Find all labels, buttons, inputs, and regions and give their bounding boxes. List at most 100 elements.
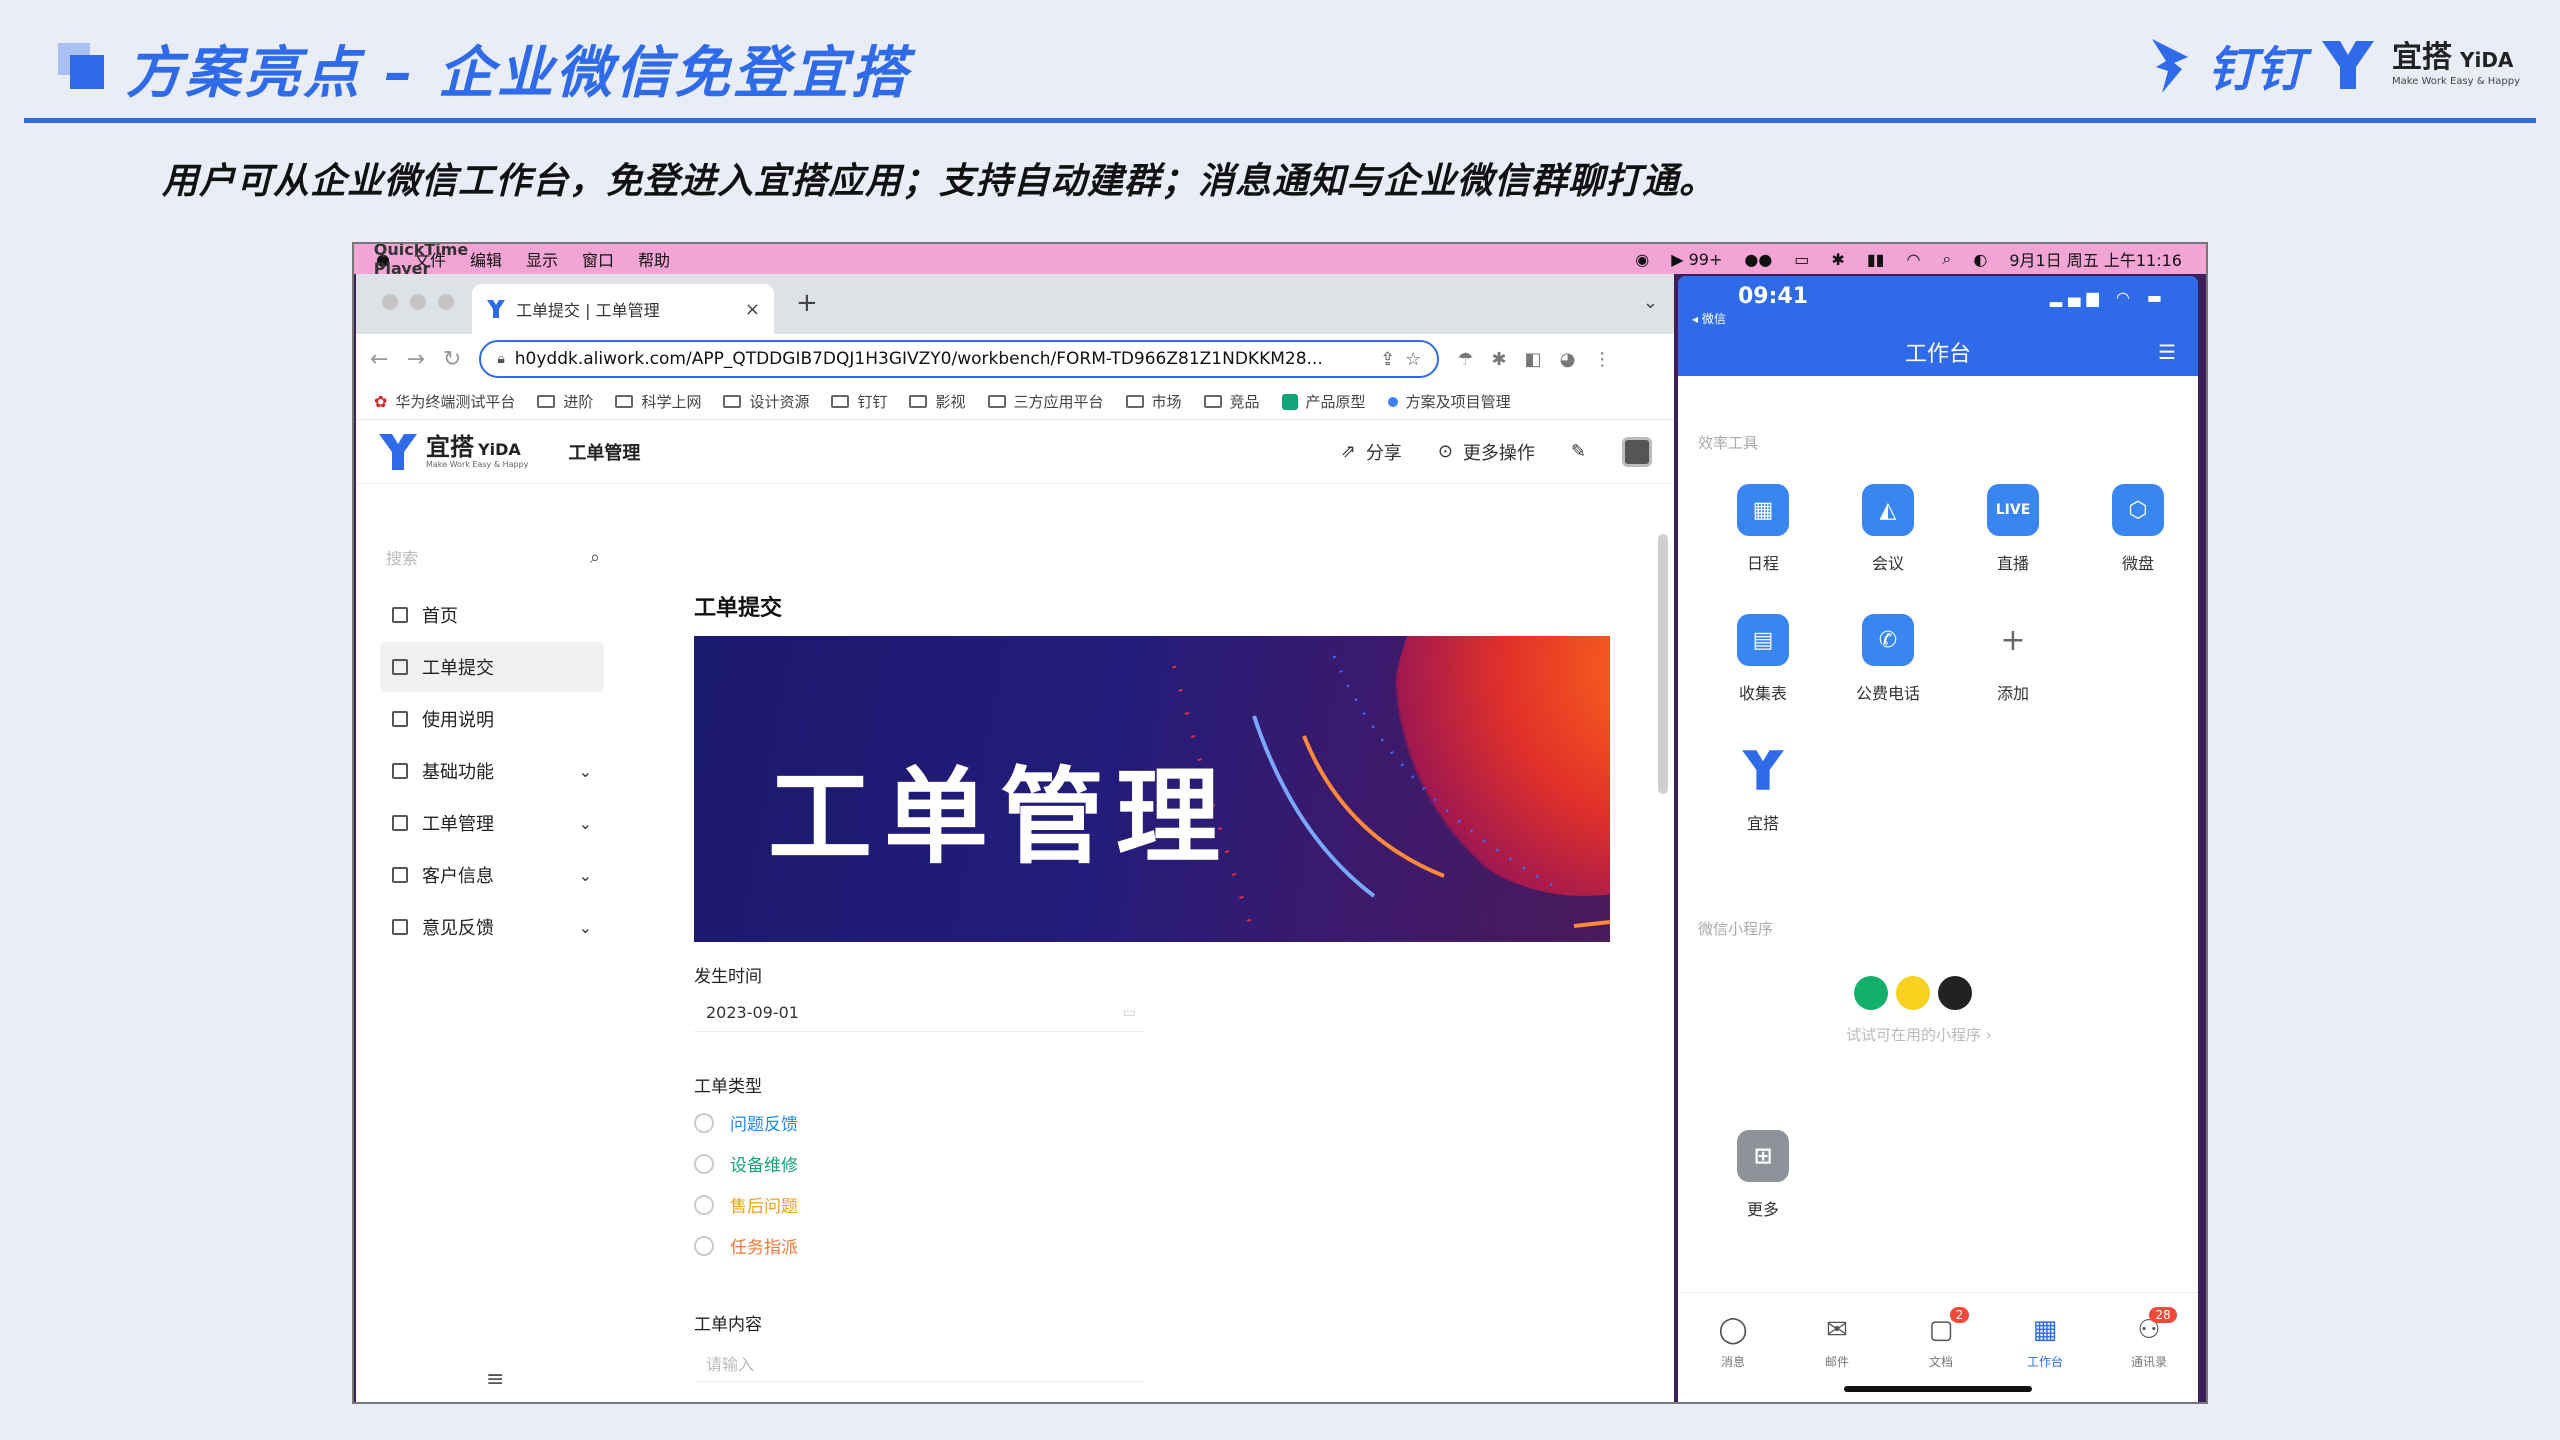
tab-close-icon[interactable]: × [745,299,760,320]
screen-icon[interactable]: ▭ [1794,250,1809,269]
bookmark-folder[interactable]: 设计资源 [723,391,809,412]
browser-tab-active[interactable]: 工单提交 | 工单管理 × [472,284,774,334]
reload-icon[interactable]: ↻ [443,347,461,372]
radio-option-4[interactable]: 任务指派 [694,1233,798,1258]
mini-program-green-icon[interactable] [1854,976,1888,1010]
wechat-icon[interactable]: ●● [1744,250,1772,269]
app-name[interactable]: 工单管理 [568,439,640,465]
bookmark-prototype[interactable]: 产品原型 [1281,391,1366,412]
menu-edit[interactable]: 编辑 [470,247,502,271]
radio-circle[interactable] [694,1112,714,1133]
app-live[interactable]: LIVE 直播 [1968,484,2058,574]
search-icon[interactable]: ⌕ [1942,249,1951,269]
sidebar-item-manage[interactable]: 工单管理 ⌄ [380,798,604,848]
sidebar-item-guide[interactable]: 使用说明 [380,694,604,744]
control-center-icon[interactable]: ◐ [1973,250,1987,269]
scrollbar[interactable] [1658,534,1668,794]
section-label-mini: 微信小程序 [1698,920,1774,938]
sidebar-item-basic[interactable]: 基础功能 ⌄ [380,746,604,796]
app-phone[interactable]: ✆ 公费电话 [1843,614,1933,704]
wifi-icon[interactable]: ◠ [1906,250,1920,269]
form-title: 工单提交 [694,596,783,621]
content-input[interactable]: 请输入 [694,1344,1144,1382]
radio-circle[interactable] [694,1194,714,1215]
bookmark-folder[interactable]: 影视 [909,391,966,412]
app-yida[interactable]: 宜搭 [1718,744,1808,834]
chevron-down-icon[interactable]: ⌄ [579,814,592,833]
app-drive[interactable]: ⬡ 微盘 [2093,484,2183,574]
sidebar-item-customer[interactable]: 客户信息 ⌄ [380,850,604,900]
battery-icon[interactable]: ▮▮ [1867,250,1885,269]
menu-view[interactable]: 显示 [526,247,558,271]
chevron-down-icon[interactable]: ⌄ [579,762,592,781]
menu-app-name[interactable]: QuickTime Player [374,244,469,278]
share-button[interactable]: ⇗ 分享 [1341,439,1402,465]
yida-app-logo[interactable]: 宜搭 YiDA Make Work Easy & Happy [378,432,528,472]
zoom-window-button[interactable] [438,294,454,310]
bookmark-folder[interactable]: 竞品 [1203,391,1260,412]
avatar[interactable] [1622,436,1652,467]
radio-option-2[interactable]: 设备维修 [694,1151,798,1176]
app-more[interactable]: ⊞ 更多 [1718,1130,1808,1220]
extensions-puzzle-icon[interactable]: ✱ [1491,349,1506,370]
menu-window[interactable]: 窗口 [582,247,614,271]
address-bar[interactable]: 🔒︎ h0yddk.aliwork.com/APP_QTDDGIB7DQJ1H3… [479,340,1440,378]
radio-circle[interactable] [694,1153,714,1174]
tab-workbench[interactable]: ▦ 工作台 [2010,1315,2080,1370]
new-tab-button[interactable]: + [796,288,818,318]
menubar-datetime[interactable]: 9月1日 周五 上午11:16 [2009,247,2182,271]
radio-option-1[interactable]: 问题反馈 [694,1110,798,1135]
radio-option-3[interactable]: 售后问题 [694,1192,798,1217]
forward-icon[interactable]: → [406,347,424,372]
bookmark-folder[interactable]: 市场 [1125,391,1182,412]
radio-circle[interactable] [694,1235,714,1256]
search-input[interactable]: 搜索 [386,545,418,569]
settings-icon[interactable]: ☰ [2158,340,2176,364]
minimize-window-button[interactable] [410,294,426,310]
bluetooth-icon[interactable]: ✱ [1831,250,1844,269]
bookmark-huawei[interactable]: ✿ 华为终端测试平台 [374,391,515,412]
app-meeting[interactable]: ◭ 会议 [1843,484,1933,574]
edit-icon[interactable]: ✎ [1571,441,1586,462]
browser-menu-icon[interactable]: ⋮ [1593,349,1611,370]
app-schedule[interactable]: ▦ 日程 [1718,484,1808,574]
tab-messages[interactable]: ◯ 消息 [1698,1315,1768,1370]
tab-mail[interactable]: ✉ 邮件 [1802,1315,1872,1370]
bookmark-folder[interactable]: 钉钉 [831,391,887,412]
mini-program-cs-icon[interactable] [1938,976,1972,1010]
profile-icon[interactable]: ◕ [1560,349,1576,370]
more-actions-button[interactable]: ⊙ 更多操作 [1438,439,1535,465]
sidebar-item-feedback[interactable]: 意见反馈 ⌄ [380,902,604,952]
tab-search-icon[interactable]: ⌄ [1643,292,1658,313]
bookmark-star-icon[interactable]: ☆ [1405,349,1421,370]
back-to-wechat[interactable]: ◂ 微信 [1692,310,1726,327]
tab-docs[interactable]: ▢ 2 文档 [1906,1307,1976,1370]
app-add[interactable]: + 添加 [1968,614,2058,704]
app-collect[interactable]: ▤ 收集表 [1718,614,1808,704]
tab-contacts[interactable]: ⚇ 28 通讯录 [2114,1307,2184,1370]
mini-program-hint[interactable]: 试试可在用的小程序 › [1846,1024,1992,1045]
bookmark-folder[interactable]: 科学上网 [615,391,701,412]
bookmark-folder[interactable]: 进阶 [537,391,593,412]
calendar-icon[interactable]: ▭ [1123,1005,1136,1021]
bookmark-folder[interactable]: 三方应用平台 [987,391,1104,412]
search-icon[interactable]: ⌕ [590,547,600,568]
record-icon[interactable]: ◉ [1635,250,1649,269]
url-text: h0yddk.aliwork.com/APP_QTDDGIB7DQJ1H3GIV… [514,349,1323,369]
share-page-icon[interactable]: ⇪ [1380,349,1395,370]
sidebar-item-submit[interactable]: 工单提交 [380,642,604,692]
mini-program-bolt-icon[interactable] [1896,976,1930,1010]
time-field[interactable]: 2023-09-01 ▭ [694,994,1144,1032]
collapse-sidebar-icon[interactable]: ≡ [486,1367,504,1392]
sidebar-item-home[interactable]: 首页 [380,590,604,640]
sidepanel-icon[interactable]: ◧ [1525,349,1542,370]
bookmark-projects[interactable]: 方案及项目管理 [1387,391,1511,412]
chevron-down-icon[interactable]: ⌄ [579,918,592,937]
chevron-down-icon[interactable]: ⌄ [579,866,592,885]
notification-count[interactable]: ▶ 99+ [1671,250,1722,269]
extension-umbrella-icon[interactable]: ☂ [1457,349,1473,370]
close-window-button[interactable] [382,294,398,310]
sidebar-search[interactable]: 搜索 ⌕ [386,538,600,576]
menu-help[interactable]: 帮助 [638,247,670,271]
back-icon[interactable]: ← [370,347,388,372]
